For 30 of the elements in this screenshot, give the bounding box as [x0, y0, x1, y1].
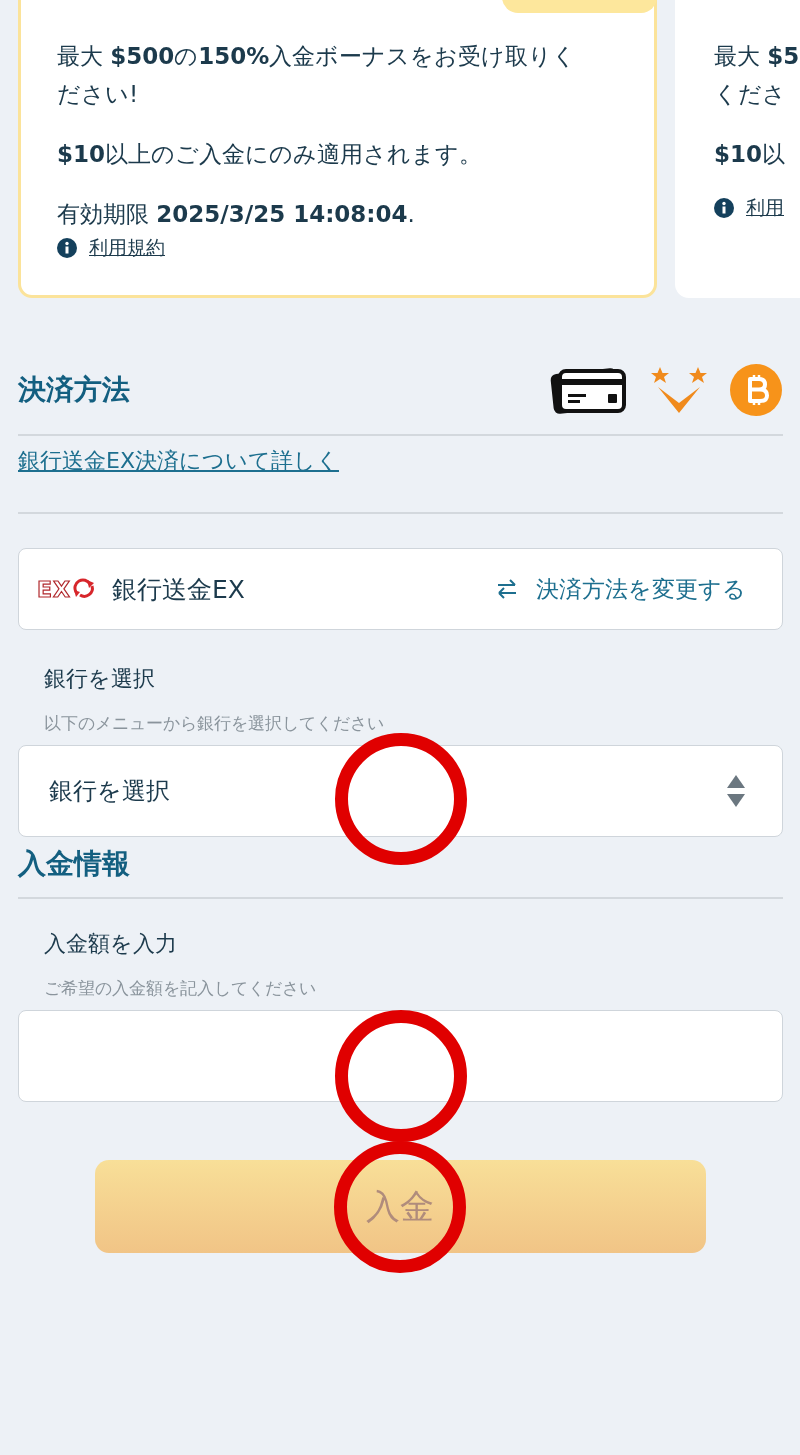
offer-text: 最大 $5 [714, 42, 800, 71]
card-icon [550, 365, 628, 415]
amount-input[interactable] [18, 1010, 783, 1102]
swap-icon [496, 578, 518, 600]
field-label: 入金額を入力 [43, 930, 178, 958]
field-hint: ご希望の入金額を記入してください [43, 977, 317, 1000]
method-name: 銀行送金EX [112, 573, 246, 606]
bank-select[interactable]: 銀行を選択 [18, 745, 783, 837]
sort-arrows-icon [726, 774, 746, 808]
section-title: 入金情報 [18, 846, 131, 882]
info-icon [57, 238, 77, 258]
info-icon [714, 198, 734, 218]
terms-link[interactable]: 利用規約 [89, 235, 165, 261]
offer-text: 最大 $500の150%入金ボーナスをお受け取りください! [57, 42, 578, 109]
terms-link[interactable]: 利用 [746, 195, 784, 221]
field-label: 銀行を選択 [43, 665, 156, 693]
info-link[interactable]: 銀行送金EX決済について詳しく [18, 446, 783, 476]
condition-text: $10以上のご入金にのみ適用されます。 [57, 140, 483, 169]
offer-text: くださ [714, 80, 787, 109]
bonus-card[interactable]: 最大 $5 くださ $10以 利用 [675, 0, 800, 298]
bonus-card[interactable]: 最大 $500の150%入金ボーナスをお受け取りください! $10以上のご入金にのみ適用されます。 有効期限 2025/3/25 14:08:04. 利用規約 [18, 0, 657, 298]
stars-check-icon [650, 365, 708, 415]
change-method-link[interactable]: 決済方法を変更する [496, 573, 746, 605]
section-title: 決済方法 [18, 372, 130, 408]
logo-text: EX [37, 576, 71, 602]
bitcoin-icon [730, 364, 782, 416]
expiry-text: 有効期限 2025/3/25 14:08:04. [57, 200, 416, 229]
refresh-arrows-icon [72, 578, 96, 600]
field-hint: 以下のメニューから銀行を選択してください [43, 712, 385, 735]
condition-text: $10以 [714, 140, 786, 169]
